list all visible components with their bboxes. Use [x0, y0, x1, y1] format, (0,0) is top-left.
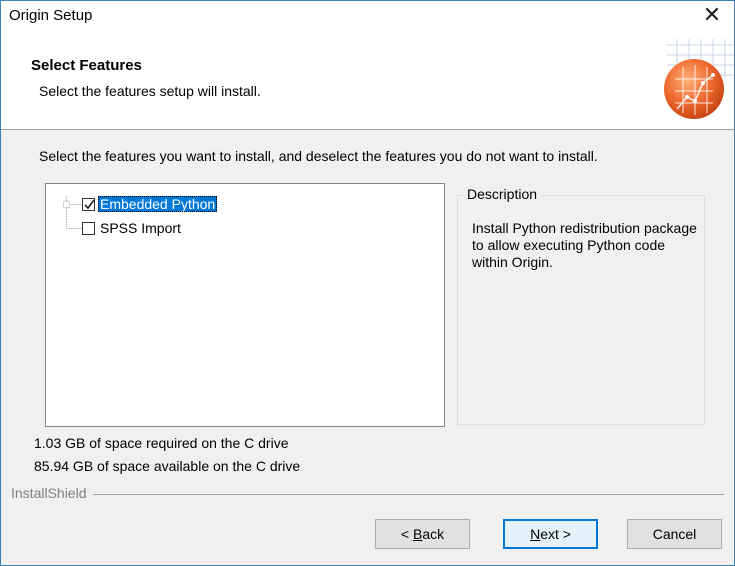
next-button[interactable]: Next > [503, 519, 598, 549]
page-subtitle: Select the features setup will install. [39, 83, 261, 99]
feature-label: SPSS Import [100, 220, 181, 236]
feature-tree[interactable]: Embedded Python SPSS Import [45, 183, 445, 427]
space-required-text: 1.03 GB of space required on the C drive [34, 435, 289, 451]
installshield-divider [11, 494, 724, 495]
next-button-rest: ext > [540, 526, 571, 542]
setup-window: Origin Setup ✕ Select Features Select th… [0, 0, 735, 566]
back-button-mnemonic: B [412, 526, 423, 542]
back-button-rest: ack [422, 526, 445, 542]
window-title: Origin Setup [9, 7, 93, 24]
next-button-mnemonic: N [530, 526, 541, 542]
space-available-text: 85.94 GB of space available on the C dri… [34, 458, 301, 474]
description-legend: Description [464, 186, 541, 202]
back-button-prefix: < [400, 526, 413, 542]
title-bar: Origin Setup ✕ [1, 1, 734, 31]
feature-label: Embedded Python [98, 196, 218, 212]
spss-import-checkbox[interactable] [82, 221, 95, 235]
close-button[interactable]: ✕ [690, 1, 734, 31]
cancel-button[interactable]: Cancel [627, 519, 722, 549]
page-title: Select Features [31, 57, 142, 74]
description-text: Install Python redistribution package to… [472, 220, 697, 270]
feature-item-embedded-python[interactable]: Embedded Python [82, 195, 218, 213]
instructions-text: Select the features you want to install,… [39, 148, 598, 164]
checkmark-icon [84, 199, 95, 209]
embedded-python-checkbox[interactable] [82, 197, 95, 211]
back-button[interactable]: < Back [375, 519, 470, 549]
origin-logo-icon [664, 39, 734, 119]
close-icon: ✕ [702, 2, 722, 27]
feature-item-spss-import[interactable]: SPSS Import [82, 219, 183, 237]
page-header: Select Features Select the features setu… [1, 31, 734, 130]
installshield-brand: InstallShield [11, 485, 93, 501]
